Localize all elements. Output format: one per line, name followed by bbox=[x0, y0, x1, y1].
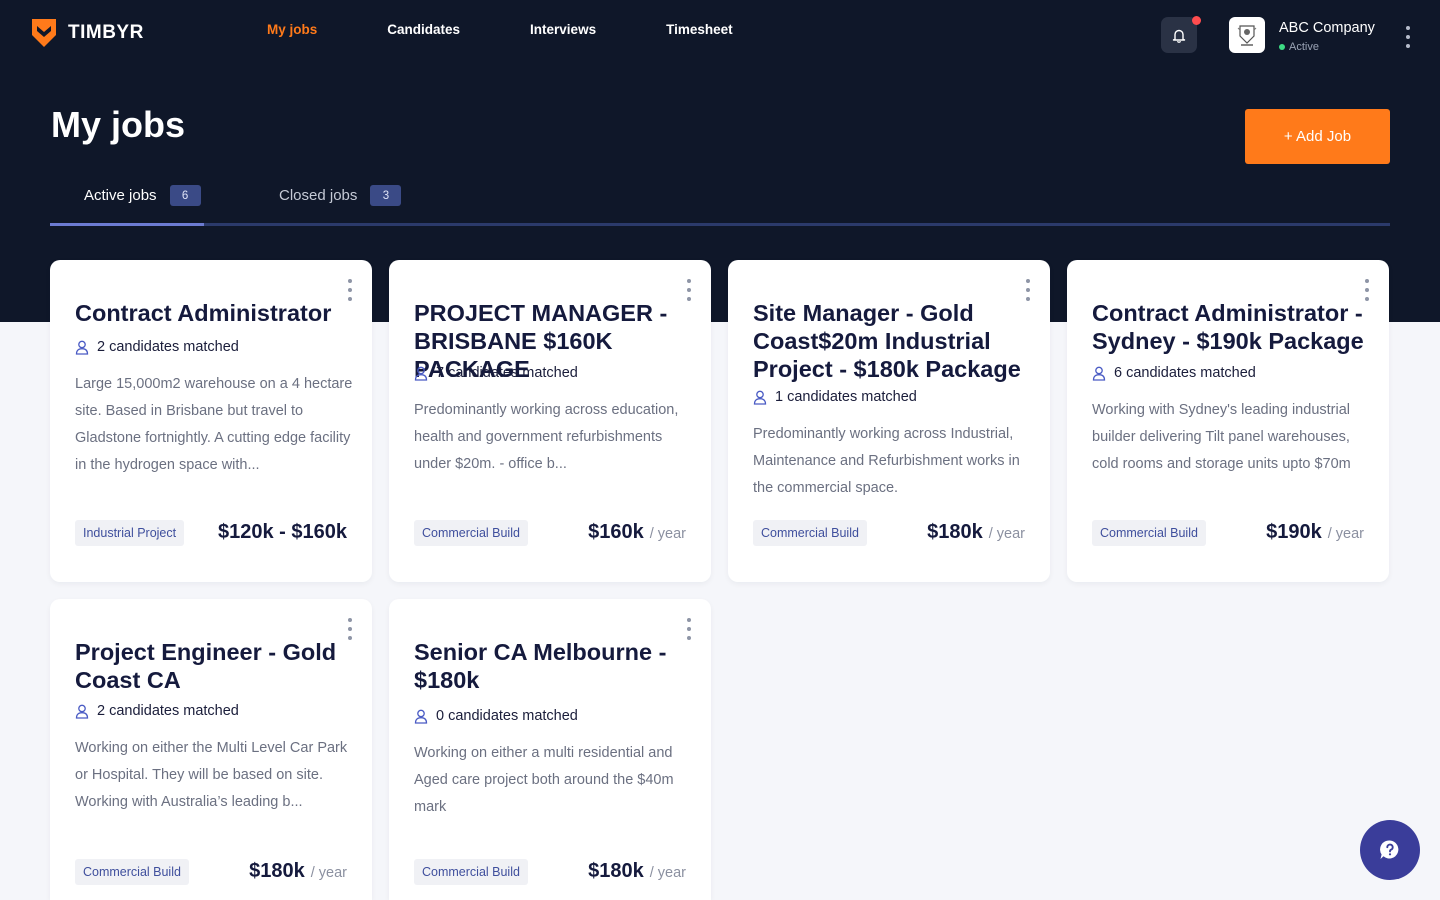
candidates-matched-label: 1 candidates matched bbox=[775, 389, 917, 405]
user-icon bbox=[1092, 366, 1106, 381]
user-icon bbox=[753, 390, 767, 405]
candidates-matched[interactable]: 7 candidates matched bbox=[414, 365, 578, 381]
candidates-matched[interactable]: 2 candidates matched bbox=[75, 703, 239, 719]
job-category-tag: Commercial Build bbox=[75, 859, 189, 885]
job-salary: $120k - $160k bbox=[218, 521, 347, 544]
candidates-matched-label: 0 candidates matched bbox=[436, 708, 578, 724]
bell-icon bbox=[1172, 29, 1186, 43]
nav-item-candidates[interactable]: Candidates bbox=[387, 22, 460, 37]
company-name[interactable]: ABC Company bbox=[1279, 20, 1375, 36]
main-nav: My jobs Candidates Interviews Timesheet bbox=[267, 22, 803, 37]
company-status-label: Active bbox=[1289, 41, 1319, 53]
tab-active-jobs[interactable]: Active jobs 6 bbox=[84, 185, 201, 206]
job-title[interactable]: Contract Administrator bbox=[75, 299, 360, 327]
user-icon bbox=[75, 340, 89, 355]
notification-dot bbox=[1192, 16, 1201, 25]
candidates-matched-label: 6 candidates matched bbox=[1114, 365, 1256, 381]
tab-closed-jobs[interactable]: Closed jobs 3 bbox=[279, 185, 402, 206]
candidates-matched[interactable]: 0 candidates matched bbox=[414, 708, 578, 724]
company-crest-icon bbox=[1237, 25, 1257, 46]
job-title[interactable]: Senior CA Melbourne - $180k bbox=[414, 638, 699, 694]
job-description: Predominantly working across education, … bbox=[414, 402, 679, 472]
job-card[interactable]: Project Engineer - Gold Coast CA 2 candi… bbox=[50, 599, 372, 900]
job-description: Predominantly working across Industrial,… bbox=[753, 426, 1020, 496]
salary-period: / year bbox=[649, 526, 686, 542]
nav-item-timesheet[interactable]: Timesheet bbox=[666, 22, 733, 37]
job-category-tag: Industrial Project bbox=[75, 520, 185, 546]
tab-label: Active jobs bbox=[84, 187, 157, 204]
job-card[interactable]: PROJECT MANAGER - BRISBANE $160K PACKAGE… bbox=[389, 260, 711, 582]
job-card[interactable]: Contract Administrator - Sydney - $190k … bbox=[1067, 260, 1389, 582]
nav-item-my-jobs[interactable]: My jobs bbox=[267, 22, 317, 37]
salary-period: / year bbox=[649, 865, 686, 881]
nav-item-interviews[interactable]: Interviews bbox=[530, 22, 596, 37]
company-status: Active bbox=[1279, 41, 1319, 53]
candidates-matched-label: 2 candidates matched bbox=[97, 703, 239, 719]
tab-label: Closed jobs bbox=[279, 187, 358, 204]
salary-amount: $160k bbox=[588, 521, 644, 543]
job-card[interactable]: Site Manager - Gold Coast$20m Industrial… bbox=[728, 260, 1050, 582]
user-icon bbox=[75, 704, 89, 719]
status-dot bbox=[1279, 44, 1285, 50]
candidates-matched[interactable]: 1 candidates matched bbox=[753, 389, 917, 405]
job-salary: $160k / year bbox=[588, 521, 686, 544]
job-category-tag: Commercial Build bbox=[1092, 520, 1206, 546]
help-chat-button[interactable] bbox=[1360, 820, 1420, 880]
salary-amount: $180k bbox=[927, 521, 983, 543]
job-menu-icon[interactable] bbox=[683, 618, 695, 640]
job-category-tag: Commercial Build bbox=[414, 859, 528, 885]
candidates-matched[interactable]: 2 candidates matched bbox=[75, 339, 239, 355]
tab-count-badge: 3 bbox=[370, 185, 402, 206]
salary-period: / year bbox=[988, 526, 1025, 542]
user-icon bbox=[414, 709, 428, 724]
job-description: Working on either the Multi Level Car Pa… bbox=[75, 740, 348, 810]
job-menu-icon[interactable] bbox=[344, 618, 356, 640]
job-description: Working with Sydney's leading industrial… bbox=[1092, 402, 1351, 472]
job-salary: $190k / year bbox=[1266, 521, 1364, 544]
job-menu-icon[interactable] bbox=[344, 279, 356, 301]
tabs-divider bbox=[50, 223, 1390, 226]
tab-count-badge: 6 bbox=[169, 185, 201, 206]
candidates-matched[interactable]: 6 candidates matched bbox=[1092, 365, 1256, 381]
salary-amount: $190k bbox=[1266, 521, 1322, 543]
add-job-button[interactable]: + Add Job bbox=[1245, 109, 1390, 164]
company-avatar[interactable] bbox=[1229, 17, 1265, 53]
candidates-matched-label: 2 candidates matched bbox=[97, 339, 239, 355]
job-title[interactable]: Site Manager - Gold Coast$20m Industrial… bbox=[753, 299, 1038, 383]
salary-period: / year bbox=[1327, 526, 1364, 542]
candidates-matched-label: 7 candidates matched bbox=[436, 365, 578, 381]
job-card[interactable]: Senior CA Melbourne - $180k 0 candidates… bbox=[389, 599, 711, 900]
user-icon bbox=[414, 366, 428, 381]
help-chat-icon bbox=[1380, 840, 1399, 859]
job-description: Working on either a multi residential an… bbox=[414, 745, 674, 815]
brand-logo[interactable]: TIMBYR bbox=[30, 17, 144, 49]
job-category-tag: Commercial Build bbox=[414, 520, 528, 546]
job-category-tag: Commercial Build bbox=[753, 520, 867, 546]
job-title[interactable]: Project Engineer - Gold Coast CA bbox=[75, 638, 360, 694]
job-salary: $180k / year bbox=[249, 860, 347, 883]
timbyr-shield-icon bbox=[32, 19, 56, 47]
job-menu-icon[interactable] bbox=[1022, 279, 1034, 301]
job-description: Large 15,000m2 warehouse on a 4 hectare … bbox=[75, 376, 353, 473]
top-navigation-bar: TIMBYR My jobs Candidates Interviews Tim… bbox=[0, 0, 1440, 64]
job-card[interactable]: Contract Administrator 2 candidates matc… bbox=[50, 260, 372, 582]
salary-period: / year bbox=[310, 865, 347, 881]
job-salary: $180k / year bbox=[588, 860, 686, 883]
job-menu-icon[interactable] bbox=[1361, 279, 1373, 301]
account-menu-icon[interactable] bbox=[1398, 26, 1418, 48]
brand-name: TIMBYR bbox=[68, 22, 144, 43]
salary-amount: $180k bbox=[249, 860, 305, 882]
job-menu-icon[interactable] bbox=[683, 279, 695, 301]
salary-amount: $120k - $160k bbox=[217, 521, 347, 543]
job-title[interactable]: Contract Administrator - Sydney - $190k … bbox=[1092, 299, 1377, 355]
page-title: My jobs bbox=[51, 104, 186, 145]
job-salary: $180k / year bbox=[927, 521, 1025, 544]
active-tab-indicator bbox=[50, 223, 204, 226]
salary-amount: $180k bbox=[588, 860, 644, 882]
